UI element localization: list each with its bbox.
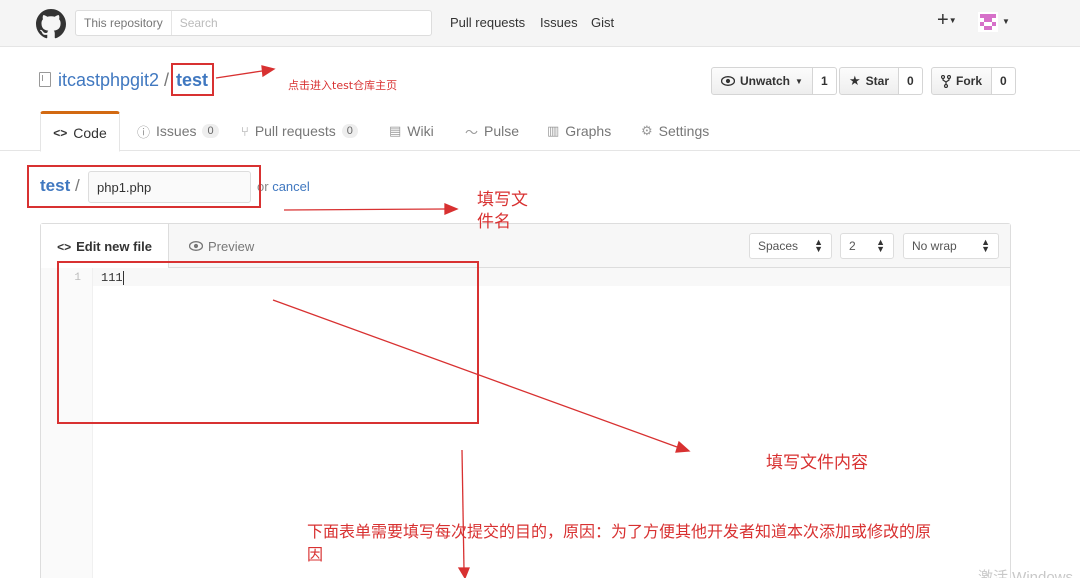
arrow-filename — [283, 208, 446, 211]
annotation-commit-line2: 因 — [307, 545, 324, 564]
annotation-arrows — [215, 65, 691, 578]
page: This repository Pull requests Issues Gis… — [0, 0, 1080, 578]
annotation-filename: 填写文 件名 — [477, 189, 528, 233]
annotation-filename-line2: 件名 — [477, 212, 511, 232]
annotation-commit-line1: 下面表单需要填写每次提交的目的，原因：为了方便其他开发者知道本次添加或修改的原 — [307, 522, 932, 541]
annotation-commit: 下面表单需要填写每次提交的目的，原因：为了方便其他开发者知道本次添加或修改的原因 — [307, 520, 1079, 566]
arrow-repo — [215, 70, 263, 79]
annotation-filename-line1: 填写文 — [477, 190, 528, 210]
annotation-content: 填写文件内容 — [766, 453, 868, 473]
arrow-filename-head — [444, 203, 459, 215]
arrow-content — [272, 299, 678, 448]
arrow-content-head — [675, 440, 691, 453]
arrow-repo-head — [261, 65, 276, 78]
arrow-commit-head — [457, 567, 470, 578]
windows-activation-watermark: 激活 Windows — [978, 569, 1074, 578]
